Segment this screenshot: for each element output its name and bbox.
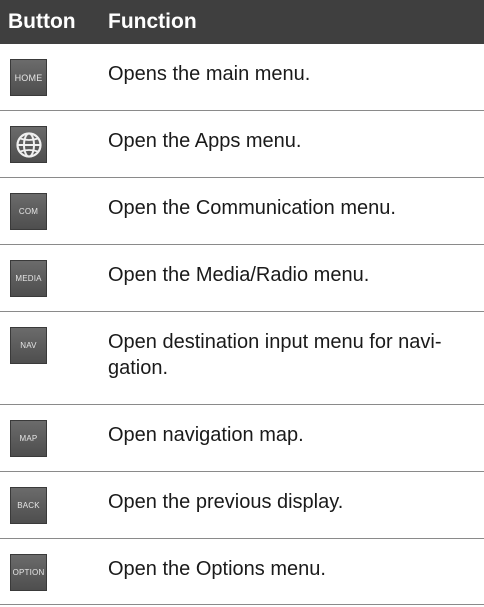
table-row: OPTION Open the Options menu.: [0, 539, 484, 605]
button-cell: HOME: [0, 44, 108, 110]
header-button-label: Button: [8, 10, 76, 33]
row-description: Open navigation map.: [108, 424, 304, 446]
button-cell: COM: [0, 178, 108, 244]
table-row: MEDIA Open the Media/Radio menu.: [0, 245, 484, 312]
nav-button[interactable]: NAV: [10, 327, 47, 364]
map-button[interactable]: MAP: [10, 420, 47, 457]
button-cell: MAP: [0, 405, 108, 471]
table-row: HOME Opens the main menu.: [0, 44, 484, 111]
row-description: Open the previous display.: [108, 491, 344, 513]
home-button[interactable]: HOME: [10, 59, 47, 96]
button-cell: OPTION: [0, 539, 108, 604]
home-button-label: HOME: [14, 72, 43, 83]
row-description: Open destination input menu for navi-gat…: [108, 331, 442, 379]
com-button-label: COM: [18, 207, 39, 216]
row-description: Open the Apps menu.: [108, 130, 302, 152]
button-cell: [0, 111, 108, 177]
table-row: BACK Open the previous display.: [0, 472, 484, 539]
button-cell: MEDIA: [0, 245, 108, 311]
media-button[interactable]: MEDIA: [10, 260, 47, 297]
row-description: Open the Communication menu.: [108, 197, 396, 219]
globe-icon: [15, 131, 42, 158]
row-description: Opens the main menu.: [108, 63, 311, 85]
table-row: MAP Open navigation map.: [0, 405, 484, 472]
map-button-label: MAP: [19, 434, 38, 443]
apps-button[interactable]: [10, 126, 47, 163]
option-button-label: OPTION: [12, 568, 45, 577]
row-description: Open the Media/Radio menu.: [108, 264, 370, 286]
table-row: COM Open the Communication menu.: [0, 178, 484, 245]
table-row: NAV Open destination input menu for navi…: [0, 312, 484, 405]
option-button[interactable]: OPTION: [10, 554, 47, 591]
header-function-label: Function: [108, 10, 197, 33]
back-button[interactable]: BACK: [10, 487, 47, 524]
nav-button-label: NAV: [20, 341, 37, 350]
table-header: Button Function: [0, 0, 484, 44]
table-row: Open the Apps menu.: [0, 111, 484, 178]
back-button-label: BACK: [17, 501, 40, 510]
media-button-label: MEDIA: [15, 274, 42, 283]
button-cell: NAV: [0, 312, 108, 404]
button-function-table: Button Function HOME Opens the main menu…: [0, 0, 484, 607]
com-button[interactable]: COM: [10, 193, 47, 230]
button-cell: BACK: [0, 472, 108, 538]
row-description: Open the Options menu.: [108, 558, 326, 580]
